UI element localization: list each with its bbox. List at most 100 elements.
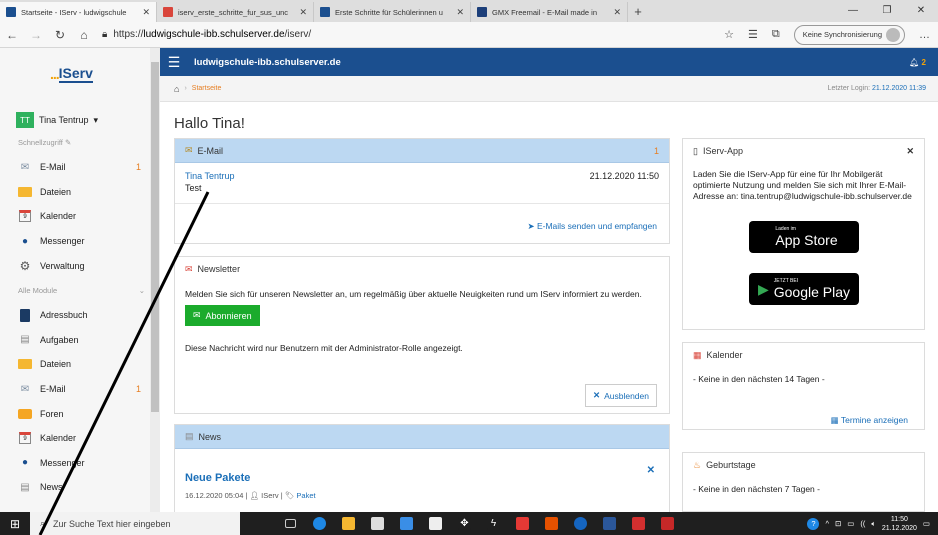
clock-time: 11:50 — [890, 515, 908, 523]
email-subject[interactable]: Test — [185, 183, 202, 193]
browser-tabbar: Startseite - IServ - ludwigschule ✕ iser… — [0, 0, 938, 22]
notification-center-icon[interactable]: ▭ — [923, 519, 930, 528]
amazon-icon[interactable] — [421, 512, 450, 535]
help-icon[interactable]: ? — [807, 517, 820, 530]
iserv-logo[interactable]: ... IServ — [0, 48, 159, 100]
sidebar-item-addressbook[interactable]: Adressbuch — [0, 303, 159, 328]
panel-title: Kalender — [706, 350, 743, 360]
dropbox-icon[interactable]: ✥ — [450, 512, 479, 535]
url-field[interactable]: 🔒︎ https://ludwigschule-ibb.schulserver.… — [102, 29, 724, 40]
sidebar-item-messenger-module[interactable]: ● Messenger — [0, 451, 159, 476]
gmx-favicon-icon — [477, 7, 487, 17]
back-icon[interactable]: ← — [0, 28, 24, 42]
close-tab-icon[interactable]: ✕ — [456, 7, 464, 18]
windows-start-icon[interactable]: ⊞ — [0, 517, 30, 531]
close-tab-icon[interactable]: ✕ — [613, 7, 621, 18]
close-icon[interactable]: ✕ — [906, 146, 914, 157]
new-tab-button[interactable]: + — [628, 4, 648, 22]
edge-icon[interactable] — [305, 512, 334, 535]
server-domain[interactable]: ludwigschule-ibb.schulserver.de — [194, 57, 909, 68]
chevron-up-icon[interactable]: ^ — [825, 519, 829, 528]
collections-icon[interactable]: ⧉ — [772, 28, 780, 41]
close-tab-icon[interactable]: ✕ — [299, 7, 307, 18]
sidebar-item-email[interactable]: ✉ E-Mail 1 — [0, 155, 159, 180]
minimize-icon[interactable]: — — [836, 0, 870, 22]
maximize-icon[interactable]: ❐ — [870, 0, 904, 22]
news-panel-header[interactable]: ▤ News — [175, 425, 669, 449]
browser-tab[interactable]: GMX Freemail - E-Mail made in ✕ — [471, 2, 628, 22]
show-events-link[interactable]: ▦ Termine anzeigen — [831, 415, 908, 426]
user-avatar: TT — [16, 112, 34, 128]
sidebar-item-news[interactable]: ▤ News — [0, 475, 159, 500]
last-login-value: 21.12.2020 11:39 — [872, 85, 926, 92]
sidebar-scrollbar[interactable] — [150, 48, 160, 512]
breadcrumb-current[interactable]: Startseite — [192, 85, 222, 92]
sidebar-item-email-module[interactable]: ✉ E-Mail 1 — [0, 377, 159, 402]
network-icon[interactable]: ⊡ — [835, 519, 841, 528]
more-menu-icon[interactable]: … — [919, 29, 930, 41]
google-play-badge[interactable]: ▶ JETZT BEI Google Play — [749, 273, 859, 305]
home-icon[interactable]: ⌂ — [174, 84, 179, 94]
taskbar-clock[interactable]: 11:50 21.12.2020 — [882, 515, 917, 533]
taskbar-search[interactable]: ⌕ Zur Suche Text hier eingeben — [30, 512, 240, 535]
sync-button[interactable]: Keine Synchronisierung — [793, 24, 905, 45]
app-icon[interactable]: ϟ — [479, 512, 508, 535]
sidebar-item-calendar-module[interactable]: 9 Kalender — [0, 426, 159, 451]
url-host: ludwigschule-ibb.schulserver.de — [143, 29, 285, 40]
sidebar-item-label: Messenger — [40, 236, 85, 247]
all-modules-header[interactable]: Alle Module ⌄ — [0, 278, 159, 303]
home-icon[interactable]: ⌂ — [72, 28, 96, 42]
email-panel-header[interactable]: ✉ E-Mail 1 — [175, 139, 669, 163]
scrollbar-thumb[interactable] — [151, 62, 159, 412]
browser-tab[interactable]: iserv_erste_schritte_fur_sus_unc ✕ — [157, 2, 314, 22]
file-explorer-icon[interactable] — [334, 512, 363, 535]
subscribe-button[interactable]: ✉ Abonnieren — [185, 305, 260, 326]
vpn-icon[interactable] — [566, 512, 595, 535]
news-headline[interactable]: Neue Pakete — [185, 472, 250, 484]
iserv-favicon-icon — [320, 7, 330, 17]
bitdefender-icon[interactable] — [508, 512, 537, 535]
close-tab-icon[interactable]: ✕ — [142, 7, 150, 18]
app-store-badge[interactable]: Laden im App Store — [749, 221, 859, 253]
sidebar-item-files-module[interactable]: Dateien — [0, 352, 159, 377]
office-icon[interactable] — [537, 512, 566, 535]
pencil-icon[interactable]: ✎ — [65, 138, 71, 147]
acrobat-icon[interactable] — [624, 512, 653, 535]
task-view-icon[interactable] — [276, 512, 305, 535]
sidebar-item-messenger[interactable]: ● Messenger — [0, 229, 159, 254]
caret-down-icon: ▾ — [93, 114, 99, 125]
news-icon: ▤ — [20, 481, 30, 493]
sidebar-item-files[interactable]: Dateien — [0, 180, 159, 205]
store-icon[interactable] — [363, 512, 392, 535]
show-events-label: Termine anzeigen — [840, 415, 908, 425]
notifications-button[interactable]: 🔔︎ 2 — [909, 58, 926, 67]
forward-icon[interactable]: → — [24, 28, 48, 42]
url-scheme: https:// — [113, 29, 144, 40]
favorites-list-icon[interactable]: ☰ — [748, 28, 758, 41]
all-modules-label: Alle Module — [18, 285, 58, 295]
sidebar-item-admin[interactable]: ⚙ Verwaltung — [0, 253, 159, 278]
hide-button[interactable]: ✕ Ausblenden — [584, 384, 657, 407]
send-receive-link[interactable]: ➤ E-Mails senden und empfangen — [527, 221, 657, 232]
browser-tab[interactable]: Startseite - IServ - ludwigschule ✕ — [0, 2, 157, 22]
profile-avatar — [886, 27, 900, 42]
sidebar-item-tasks[interactable]: ▤ Aufgaben — [0, 328, 159, 353]
close-window-icon[interactable]: ✕ — [904, 0, 938, 22]
mail-app-icon[interactable] — [392, 512, 421, 535]
sidebar-item-forums[interactable]: Foren — [0, 401, 159, 426]
word-icon[interactable] — [595, 512, 624, 535]
volume-icon[interactable]: 🔈︎ — [871, 519, 876, 529]
sidebar-item-calendar[interactable]: 9 Kalender — [0, 204, 159, 229]
battery-icon[interactable]: ▭ — [847, 519, 854, 528]
close-news-icon[interactable]: ✕ — [647, 465, 655, 476]
email-sender[interactable]: Tina Tentrup — [185, 171, 235, 181]
user-menu[interactable]: TT Tina Tentrup ▾ — [0, 100, 159, 130]
hamburger-menu-icon[interactable]: ☰ — [160, 54, 188, 71]
favorite-star-icon[interactable]: ☆ — [724, 28, 734, 41]
cake-icon: ♨ — [693, 459, 702, 470]
news-tag[interactable]: Paket — [296, 491, 315, 500]
powerpoint-icon[interactable] — [653, 512, 682, 535]
reload-icon[interactable]: ↻ — [48, 28, 72, 42]
browser-tab[interactable]: Erste Schritte für Schülerinnen u ✕ — [314, 2, 471, 22]
wifi-icon[interactable]: (( — [860, 519, 865, 528]
